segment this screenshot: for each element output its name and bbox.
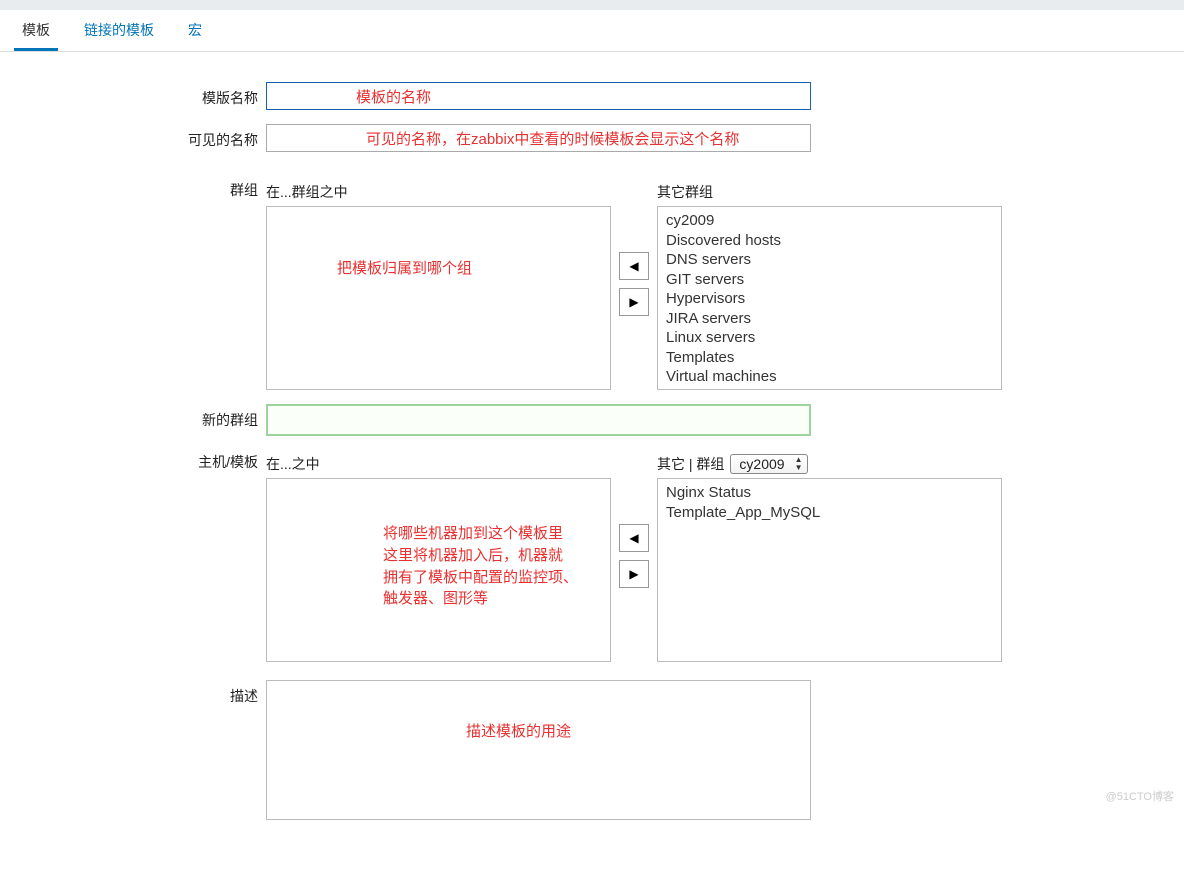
template-name-input[interactable]	[266, 82, 811, 110]
window-topbar	[0, 0, 1184, 10]
annotation-line: 拥有了模板中配置的监控项、	[383, 567, 578, 589]
annotation-group-assign: 把模板归属到哪个组	[337, 259, 472, 279]
host-group-selected: cy2009	[739, 456, 784, 472]
label-visible-name: 可见的名称	[0, 124, 266, 150]
label-description: 描述	[0, 680, 266, 706]
select-arrows-icon: ▲▼	[795, 456, 803, 472]
tab-linked-templates[interactable]: 链接的模板	[76, 10, 162, 51]
move-right-button[interactable]: ▶	[619, 288, 649, 316]
label-other-group: 其它 | 群组	[657, 454, 724, 474]
other-groups-listbox[interactable]: cy2009 Discovered hosts DNS servers GIT …	[657, 206, 1002, 390]
description-textarea[interactable]	[266, 680, 811, 820]
host-group-select[interactable]: cy2009 ▲▼	[730, 454, 807, 474]
annotation-line: 这里将机器加入后，机器就	[383, 545, 578, 567]
new-group-input[interactable]	[266, 404, 811, 436]
move-left-button[interactable]: ◀	[619, 252, 649, 280]
label-hosts-templates: 主机/模板	[0, 450, 266, 472]
in-hosts-listbox[interactable]: 将哪些机器加到这个模板里 这里将机器加入后，机器就 拥有了模板中配置的监控项、 …	[266, 478, 611, 662]
label-new-group: 新的群组	[0, 404, 266, 430]
list-item[interactable]: Virtual machines	[664, 367, 995, 387]
move-right-hosts-button[interactable]: ▶	[619, 560, 649, 588]
label-other-groups: 其它群组	[657, 178, 1002, 202]
label-groups: 群组	[0, 178, 266, 200]
list-item[interactable]: DNS servers	[664, 250, 995, 270]
list-item[interactable]: cy2009	[664, 211, 995, 231]
in-groups-listbox[interactable]: 把模板归属到哪个组	[266, 206, 611, 390]
list-item[interactable]: Template_App_MySQL	[664, 503, 995, 523]
other-hosts-listbox[interactable]: Nginx Status Template_App_MySQL	[657, 478, 1002, 662]
list-item[interactable]: Nginx Status	[664, 483, 995, 503]
list-item[interactable]: Hypervisors	[664, 289, 995, 309]
label-in: 在...之中	[266, 450, 611, 474]
list-item[interactable]: WIKI servers	[664, 387, 995, 391]
annotation-line: 将哪些机器加到这个模板里	[383, 523, 578, 545]
list-item[interactable]: JIRA servers	[664, 309, 995, 329]
annotation-hosts: 将哪些机器加到这个模板里 这里将机器加入后，机器就 拥有了模板中配置的监控项、 …	[383, 523, 578, 610]
label-template-name: 模版名称	[0, 82, 266, 108]
list-item[interactable]: GIT servers	[664, 270, 995, 290]
visible-name-input[interactable]	[266, 124, 811, 152]
move-left-hosts-button[interactable]: ◀	[619, 524, 649, 552]
tab-macros[interactable]: 宏	[180, 10, 210, 51]
list-item[interactable]: Templates	[664, 348, 995, 368]
annotation-line: 触发器、图形等	[383, 588, 578, 610]
list-item[interactable]: Discovered hosts	[664, 231, 995, 251]
tab-template[interactable]: 模板	[14, 10, 58, 51]
watermark: @51CTO博客	[1106, 788, 1174, 804]
label-in-groups: 在...群组之中	[266, 178, 611, 202]
tab-bar: 模板 链接的模板 宏	[0, 10, 1184, 52]
list-item[interactable]: Linux servers	[664, 328, 995, 348]
